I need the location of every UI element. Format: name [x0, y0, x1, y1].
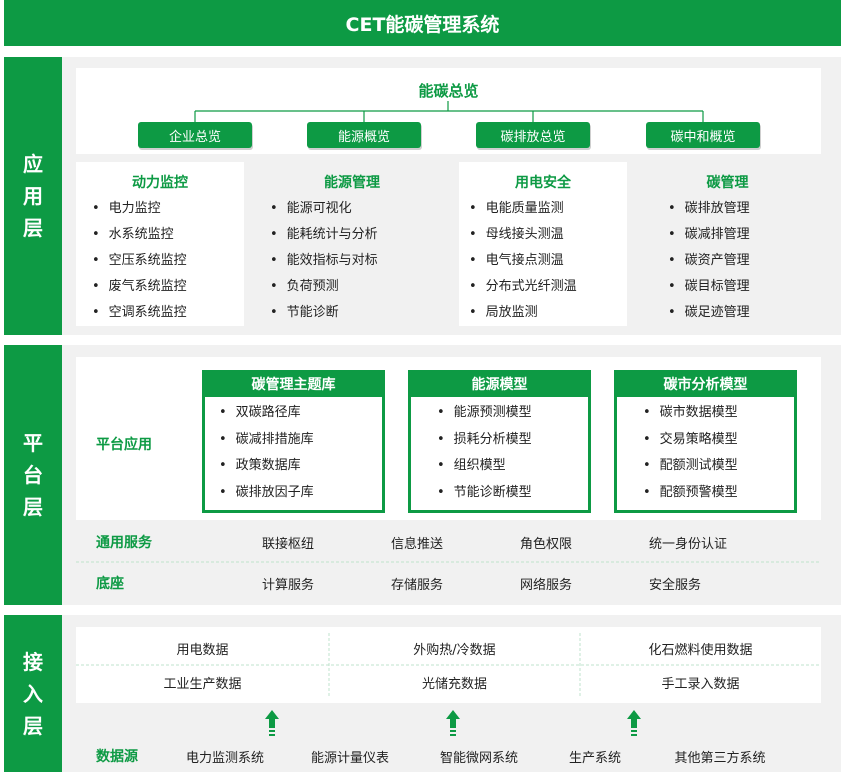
list-item[interactable]: 碳减排措施库	[219, 427, 382, 454]
list-item[interactable]: 负荷预测	[270, 274, 452, 300]
data-type-manual-entry: 手工录入数据	[661, 677, 740, 692]
service-security[interactable]: 安全服务	[625, 574, 725, 593]
column-title: 能源管理	[324, 175, 380, 191]
list-item[interactable]: 碳资产管理	[668, 248, 821, 274]
list-item[interactable]: 节能诊断	[270, 300, 452, 326]
service-network[interactable]: 网络服务	[496, 574, 596, 593]
list-item[interactable]: 碳市数据模型	[643, 400, 794, 427]
list-item[interactable]: 碳目标管理	[668, 274, 821, 300]
data-types-panel: 用电数据 外购热/冷数据 化石燃料使用数据 工业生产数据 光储充数据 手工录入数…	[76, 627, 821, 703]
system-title-bar: CET能碳管理系统	[4, 0, 841, 46]
base-label: 底座	[96, 576, 124, 592]
list-item[interactable]: 配额预警模型	[643, 480, 794, 507]
common-services-label: 通用服务	[96, 535, 152, 551]
bullet-list: 能源预测模型 损耗分析模型 组织模型 节能诊断模型	[437, 400, 588, 506]
app-column-safety: 用电安全 电能质量监测 母线接头测温 电气接点测温 分布式光纤测温 局放监测	[459, 162, 627, 326]
arrow-up-icon	[446, 710, 460, 736]
list-item[interactable]: 分布式光纤测温	[469, 274, 627, 300]
list-item[interactable]: 政策数据库	[219, 453, 382, 480]
bullet-list: 碳排放管理 碳减排管理 碳资产管理 碳目标管理 碳足迹管理	[668, 196, 821, 326]
list-item[interactable]: 碳减排管理	[668, 222, 821, 248]
list-item[interactable]: 电力监控	[92, 196, 244, 222]
source-third-party[interactable]: 其他第三方系统	[660, 747, 780, 766]
list-item[interactable]: 局放监测	[469, 300, 627, 326]
source-microgrid[interactable]: 智能微网系统	[424, 747, 534, 766]
list-item[interactable]: 能源可视化	[270, 196, 452, 222]
bullet-list: 碳市数据模型 交易策略模型 配额测试模型 配额预警模型	[643, 400, 794, 506]
app-column-carbon: 碳管理 碳排放管理 碳减排管理 碳资产管理 碳目标管理 碳足迹管理	[634, 162, 821, 326]
bullet-list: 电能质量监测 母线接头测温 电气接点测温 分布式光纤测温 局放监测	[469, 196, 627, 326]
list-item[interactable]: 交易策略模型	[643, 427, 794, 454]
data-type-heat-cold: 外购热/冷数据	[413, 643, 496, 658]
list-item[interactable]: 母线接头测温	[469, 222, 627, 248]
list-item[interactable]: 配额测试模型	[643, 453, 794, 480]
model-energy: 能源模型 能源预测模型 损耗分析模型 组织模型 节能诊断模型	[408, 370, 591, 513]
app-column-energy: 能源管理 能源可视化 能耗统计与分析 能效指标与对标 负荷预测 节能诊断	[252, 162, 452, 326]
list-item[interactable]: 水系统监控	[92, 222, 244, 248]
list-item[interactable]: 损耗分析模型	[437, 427, 588, 454]
bullet-list: 双碳路径库 碳减排措施库 政策数据库 碳排放因子库	[219, 400, 382, 506]
list-item[interactable]: 废气系统监控	[92, 274, 244, 300]
bullet-list: 电力监控 水系统监控 空压系统监控 废气系统监控 空调系统监控	[92, 196, 244, 326]
model-title: 能源模型	[471, 377, 528, 393]
data-type-electricity: 用电数据	[176, 643, 229, 658]
column-title: 用电安全	[515, 175, 571, 191]
arrow-up-icon	[627, 710, 641, 736]
list-item[interactable]: 碳排放管理	[668, 196, 821, 222]
list-item[interactable]: 节能诊断模型	[437, 480, 588, 507]
model-title: 碳管理主题库	[251, 377, 336, 393]
service-message-push[interactable]: 信息推送	[367, 533, 467, 552]
list-item[interactable]: 能源预测模型	[437, 400, 588, 427]
column-title: 动力监控	[132, 175, 188, 191]
service-role-permission[interactable]: 角色权限	[496, 533, 596, 552]
data-type-fossil-fuel: 化石燃料使用数据	[648, 643, 753, 658]
service-connect-hub[interactable]: 联接枢纽	[238, 533, 338, 552]
column-title: 碳管理	[706, 175, 749, 191]
model-carbon-market: 碳市分析模型 碳市数据模型 交易策略模型 配额测试模型 配额预警模型	[614, 370, 797, 513]
system-title: CET能碳管理系统	[345, 13, 500, 36]
service-storage[interactable]: 存储服务	[367, 574, 467, 593]
data-type-pv-storage: 光储充数据	[421, 677, 487, 692]
platform-apps-panel: 平台应用 碳管理主题库 双碳路径库 碳减排措施库 政策数据库 碳排放因子库 能源…	[76, 357, 821, 520]
list-item[interactable]: 碳足迹管理	[668, 300, 821, 326]
services-divider	[76, 561, 821, 563]
overview-carbon-neutral[interactable]: 碳中和概览	[646, 122, 760, 148]
layer-label-platform: 平台层	[4, 345, 62, 605]
list-item[interactable]: 空压系统监控	[92, 248, 244, 274]
overview-panel: 能碳总览 企业总览 能源概览 碳排放总览 碳中和概览	[76, 68, 821, 154]
bullet-list: 能源可视化 能耗统计与分析 能效指标与对标 负荷预测 节能诊断	[270, 196, 452, 326]
list-item[interactable]: 能耗统计与分析	[270, 222, 452, 248]
arrow-up-icon	[265, 710, 279, 736]
list-item[interactable]: 空调系统监控	[92, 300, 244, 326]
data-type-industrial: 工业生产数据	[163, 677, 242, 692]
list-item[interactable]: 电能质量监测	[469, 196, 627, 222]
list-item[interactable]: 双碳路径库	[219, 400, 382, 427]
source-power-monitoring[interactable]: 电力监测系统	[170, 747, 280, 766]
app-column-power: 动力监控 电力监控 水系统监控 空压系统监控 废气系统监控 空调系统监控	[76, 162, 244, 326]
overview-enterprise[interactable]: 企业总览	[138, 122, 252, 148]
data-source-label: 数据源	[96, 749, 138, 765]
source-production[interactable]: 生产系统	[540, 747, 650, 766]
list-item[interactable]: 电气接点测温	[469, 248, 627, 274]
layer-label-access: 接入层	[4, 615, 62, 772]
overview-energy[interactable]: 能源概览	[307, 122, 421, 148]
platform-app-label: 平台应用	[96, 437, 152, 453]
service-unified-identity[interactable]: 统一身份认证	[638, 533, 738, 552]
model-carbon-theme-library: 碳管理主题库 双碳路径库 碳减排措施库 政策数据库 碳排放因子库	[202, 370, 385, 513]
list-item[interactable]: 能效指标与对标	[270, 248, 452, 274]
list-item[interactable]: 组织模型	[437, 453, 588, 480]
layer-label-app: 应用层	[4, 57, 62, 335]
overview-carbon-emission[interactable]: 碳排放总览	[476, 122, 590, 148]
source-energy-meter[interactable]: 能源计量仪表	[295, 747, 405, 766]
list-item[interactable]: 碳排放因子库	[219, 480, 382, 507]
service-compute[interactable]: 计算服务	[238, 574, 338, 593]
model-title: 碳市分析模型	[663, 377, 748, 393]
